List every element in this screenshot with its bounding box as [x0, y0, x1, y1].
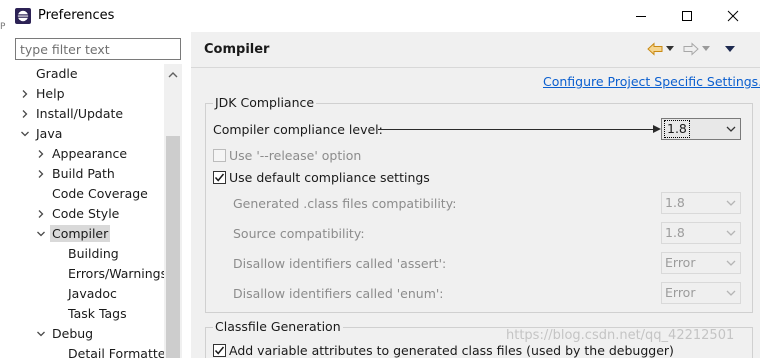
maximize-button[interactable]	[672, 5, 702, 27]
tree-item-label: Appearance	[52, 146, 128, 161]
chevron-down-icon[interactable]	[20, 124, 30, 144]
close-button[interactable]	[718, 5, 748, 27]
page-header: Compiler	[191, 32, 760, 68]
source-compat-value: 1.8	[665, 225, 685, 240]
tree-item-help[interactable]: Help	[22, 84, 65, 104]
tree-item-label: Compiler	[50, 225, 111, 242]
tree-item-code-coverage[interactable]: Code Coverage	[52, 184, 148, 204]
assert-identifier-label: Disallow identifiers called 'assert':	[233, 256, 447, 271]
title-bar: Preferences	[0, 0, 760, 32]
tree-item-task-tags[interactable]: Task Tags	[68, 304, 127, 324]
class-files-compat-select[interactable]: 1.8	[661, 192, 741, 214]
chevron-right-icon[interactable]	[20, 104, 30, 124]
add-variable-attributes-label: Add variable attributes to generated cla…	[229, 343, 674, 358]
chevron-down-icon[interactable]	[36, 224, 46, 244]
release-option-checkbox[interactable]	[213, 149, 226, 162]
back-arrow-icon[interactable]	[647, 40, 663, 58]
assert-identifier-value: Error	[665, 255, 696, 270]
tree-item-detail-formatters[interactable]: Detail Formatters	[68, 344, 164, 358]
tree-item-install-update[interactable]: Install/Update	[22, 104, 124, 124]
tree-item-label: Building	[68, 246, 119, 261]
chevron-right-icon[interactable]	[36, 164, 46, 184]
page-title: Compiler	[204, 42, 270, 57]
add-variable-attributes-checkbox[interactable]	[213, 344, 226, 357]
source-compat-select[interactable]: 1.8	[661, 222, 741, 244]
tree-item-building[interactable]: Building	[68, 244, 119, 264]
tree-item-label: Gradle	[36, 66, 78, 81]
scroll-up-icon[interactable]	[167, 68, 179, 78]
chevron-right-icon[interactable]	[20, 84, 30, 104]
tree-item-appearance[interactable]: Appearance	[38, 144, 128, 164]
enum-identifier-value: Error	[665, 285, 696, 300]
chevron-right-icon[interactable]	[36, 204, 46, 224]
filter-input[interactable]	[15, 38, 181, 60]
preference-tree: Gradle Help Install/Update Java Appearance Bu…	[14, 64, 164, 358]
enum-identifier-label: Disallow identifiers called 'enum':	[233, 286, 444, 301]
compliance-level-select[interactable]: 1.8	[661, 118, 741, 140]
window-title: Preferences	[38, 8, 115, 23]
annotation-arrow-head	[653, 125, 661, 133]
release-option-label: Use '--release' option	[229, 148, 362, 163]
forward-arrow-icon[interactable]	[683, 40, 699, 58]
classfile-generation-title: Classfile Generation	[213, 319, 343, 334]
tree-item-build-path[interactable]: Build Path	[38, 164, 115, 184]
chevron-down-icon	[724, 286, 738, 300]
class-files-compat-value: 1.8	[665, 195, 685, 210]
background-window-edge: Pr	[0, 22, 6, 32]
forward-menu-chevron-icon[interactable]	[701, 40, 711, 58]
annotation-arrow-line	[378, 129, 655, 130]
tree-scrollbar[interactable]	[164, 64, 182, 358]
jdk-compliance-title: JDK Compliance	[213, 95, 317, 110]
tree-item-javadoc[interactable]: Javadoc	[68, 284, 117, 304]
tree-item-java[interactable]: Java	[21, 124, 63, 144]
chevron-down-icon[interactable]	[36, 324, 46, 344]
navigation-toolbar	[647, 40, 753, 58]
tree-item-compiler[interactable]: Compiler	[37, 224, 111, 244]
enum-identifier-select[interactable]: Error	[661, 282, 741, 304]
tree-item-label: Javadoc	[68, 286, 117, 301]
back-menu-chevron-icon[interactable]	[665, 40, 675, 58]
compliance-level-label: Compiler compliance level:	[213, 122, 383, 137]
chevron-down-icon	[724, 226, 738, 240]
tree-item-label: Java	[36, 126, 63, 141]
tree-item-code-style[interactable]: Code Style	[38, 204, 120, 224]
eclipse-app-icon	[14, 7, 32, 25]
tree-item-label: Help	[36, 86, 65, 101]
scroll-thumb[interactable]	[166, 136, 180, 358]
class-files-compat-label: Generated .class files compatibility:	[233, 196, 457, 211]
tree-item-label: Debug	[52, 326, 94, 341]
configure-project-settings-link[interactable]: Configure Project Specific Settings...	[543, 74, 760, 89]
source-compat-label: Source compatibility:	[233, 226, 365, 241]
tree-item-gradle[interactable]: Gradle	[36, 64, 78, 84]
tree-item-label: Task Tags	[68, 306, 127, 321]
default-compliance-checkbox[interactable]	[213, 171, 226, 184]
tree-item-label: Code Style	[52, 206, 120, 221]
tree-item-label: Build Path	[52, 166, 115, 181]
tree-item-label: Errors/Warnings	[68, 266, 164, 281]
chevron-down-icon	[724, 122, 738, 136]
tree-item-label: Install/Update	[36, 106, 124, 121]
minimize-button[interactable]	[626, 5, 656, 27]
tree-item-label: Code Coverage	[52, 186, 148, 201]
view-menu-icon[interactable]	[723, 40, 737, 58]
compliance-level-value: 1.8	[664, 120, 690, 138]
assert-identifier-select[interactable]: Error	[661, 252, 741, 274]
tree-item-label: Detail Formatters	[68, 346, 164, 358]
preference-page: Compiler Configure Project Specific Sett…	[191, 32, 760, 358]
default-compliance-label: Use default compliance settings	[229, 170, 430, 185]
chevron-right-icon[interactable]	[36, 144, 46, 164]
chevron-down-icon	[724, 196, 738, 210]
tree-item-errors-warnings[interactable]: Errors/Warnings	[68, 264, 164, 284]
tree-item-debug[interactable]: Debug	[37, 324, 94, 344]
chevron-down-icon	[724, 256, 738, 270]
